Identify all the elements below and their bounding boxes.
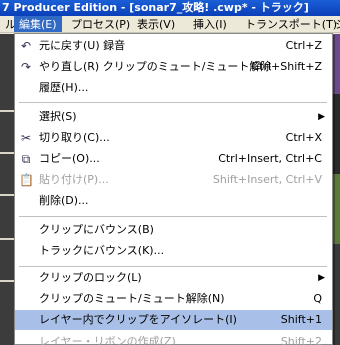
background-track-pane — [0, 34, 14, 345]
menu-item-label: コピー(O)... — [39, 152, 100, 165]
menu-item-label: 履歴(H)... — [39, 81, 89, 94]
paste-icon: 📋 — [19, 173, 34, 187]
background-clip-pane — [333, 34, 340, 345]
menu-item-redo[interactable]: ↷ やり直し(R) クリップのミュート/ミュート解除 Ctrl+Shift+Z — [15, 57, 332, 77]
menu-item-label: 選択(S) — [39, 110, 77, 123]
menu-separator — [19, 102, 327, 104]
menu-item-label: 削除(D)... — [39, 194, 89, 207]
menu-item-label: やり直し(R) クリップのミュート/ミュート解除 — [39, 60, 272, 73]
menu-item-label: クリップのミュート/ミュート解除(N) — [39, 292, 225, 305]
menu-item-clip-lock[interactable]: クリップのロック(L) ▶ — [15, 268, 332, 288]
menu-item-bounce-to-track[interactable]: トラックにバウンス(K)... — [15, 241, 332, 261]
menu-item-label: クリップのロック(L) — [39, 271, 142, 284]
menu-item-shortcut: Shift+2 — [280, 335, 322, 345]
menu-item-label: トラックにバウンス(K)... — [39, 244, 165, 257]
edit-menu: ↶ 元に戻す(U) 録音 Ctrl+Z ↷ やり直し(R) クリップのミュート/… — [14, 33, 333, 345]
copy-icon: ⧉ — [21, 152, 31, 166]
menubar-item-process[interactable]: プロセス(P) — [66, 16, 135, 32]
menu-item-layer-ribbon[interactable]: レイヤー・リボンの作成(Z) Shift+2 — [15, 332, 332, 345]
undo-icon: ↶ — [20, 39, 32, 53]
menu-item-shortcut: Shift+1 — [280, 313, 322, 326]
menu-item-label: 元に戻す(U) 録音 — [39, 39, 126, 52]
menu-item-isolate-clip[interactable]: レイヤー内でクリップをアイソレート(I) Shift+1 — [15, 310, 332, 330]
menu-item-cut[interactable]: ✂ 切り取り(C)... Ctrl+X — [15, 128, 332, 148]
menu-item-undo[interactable]: ↶ 元に戻す(U) 録音 Ctrl+Z — [15, 36, 332, 56]
menubar-item-view[interactable]: 表示(V) — [132, 16, 180, 32]
menu-item-delete[interactable]: 削除(D)... — [15, 191, 332, 211]
menubar-item-next[interactable]: ジ — [330, 16, 340, 32]
menu-item-shortcut: Shift+Insert, Ctrl+V — [212, 173, 322, 186]
menu-item-select[interactable]: 選択(S) ▶ — [15, 107, 332, 127]
menu-item-label: 貼り付け(P)... — [39, 173, 109, 186]
submenu-arrow-icon: ▶ — [318, 273, 325, 283]
menu-bar: ル 編集(E) プロセス(P) 表示(V) 挿入(I) トランスポート(T) ジ — [0, 16, 340, 33]
menu-item-label: レイヤー・リボンの作成(Z) — [39, 335, 176, 345]
menu-item-shortcut: Ctrl+X — [285, 131, 322, 144]
menu-item-shortcut: Q — [313, 292, 322, 305]
menu-item-paste[interactable]: 📋 貼り付け(P)... Shift+Insert, Ctrl+V — [15, 170, 332, 190]
scissors-icon: ✂ — [20, 131, 32, 145]
menu-item-shortcut: Ctrl+Insert, Ctrl+C — [218, 152, 322, 165]
window-title: 7 Producer Edition - [sonar7_攻略! .cwp* -… — [2, 1, 309, 14]
menu-item-shortcut: Ctrl+Shift+Z — [251, 60, 322, 73]
menu-item-history[interactable]: 履歴(H)... — [15, 78, 332, 98]
menu-item-label: クリップにバウンス(B) — [39, 223, 154, 236]
menu-item-label: レイヤー内でクリップをアイソレート(I) — [39, 313, 237, 326]
menu-item-copy[interactable]: ⧉ コピー(O)... Ctrl+Insert, Ctrl+C — [15, 149, 332, 169]
submenu-arrow-icon: ▶ — [318, 112, 325, 122]
menubar-item-edit[interactable]: 編集(E) — [14, 16, 62, 32]
window-title-bar: 7 Producer Edition - [sonar7_攻略! .cwp* -… — [0, 0, 340, 16]
menu-separator — [19, 216, 327, 218]
menu-item-label: 切り取り(C)... — [39, 131, 110, 144]
menubar-item-transport[interactable]: トランスポート(T) — [240, 16, 340, 32]
menubar-item-insert[interactable]: 挿入(I) — [188, 16, 232, 32]
menu-item-bounce-to-clip[interactable]: クリップにバウンス(B) — [15, 220, 332, 240]
redo-icon: ↷ — [20, 60, 32, 74]
menu-item-clip-mute[interactable]: クリップのミュート/ミュート解除(N) Q — [15, 289, 332, 309]
menu-item-shortcut: Ctrl+Z — [285, 39, 322, 52]
